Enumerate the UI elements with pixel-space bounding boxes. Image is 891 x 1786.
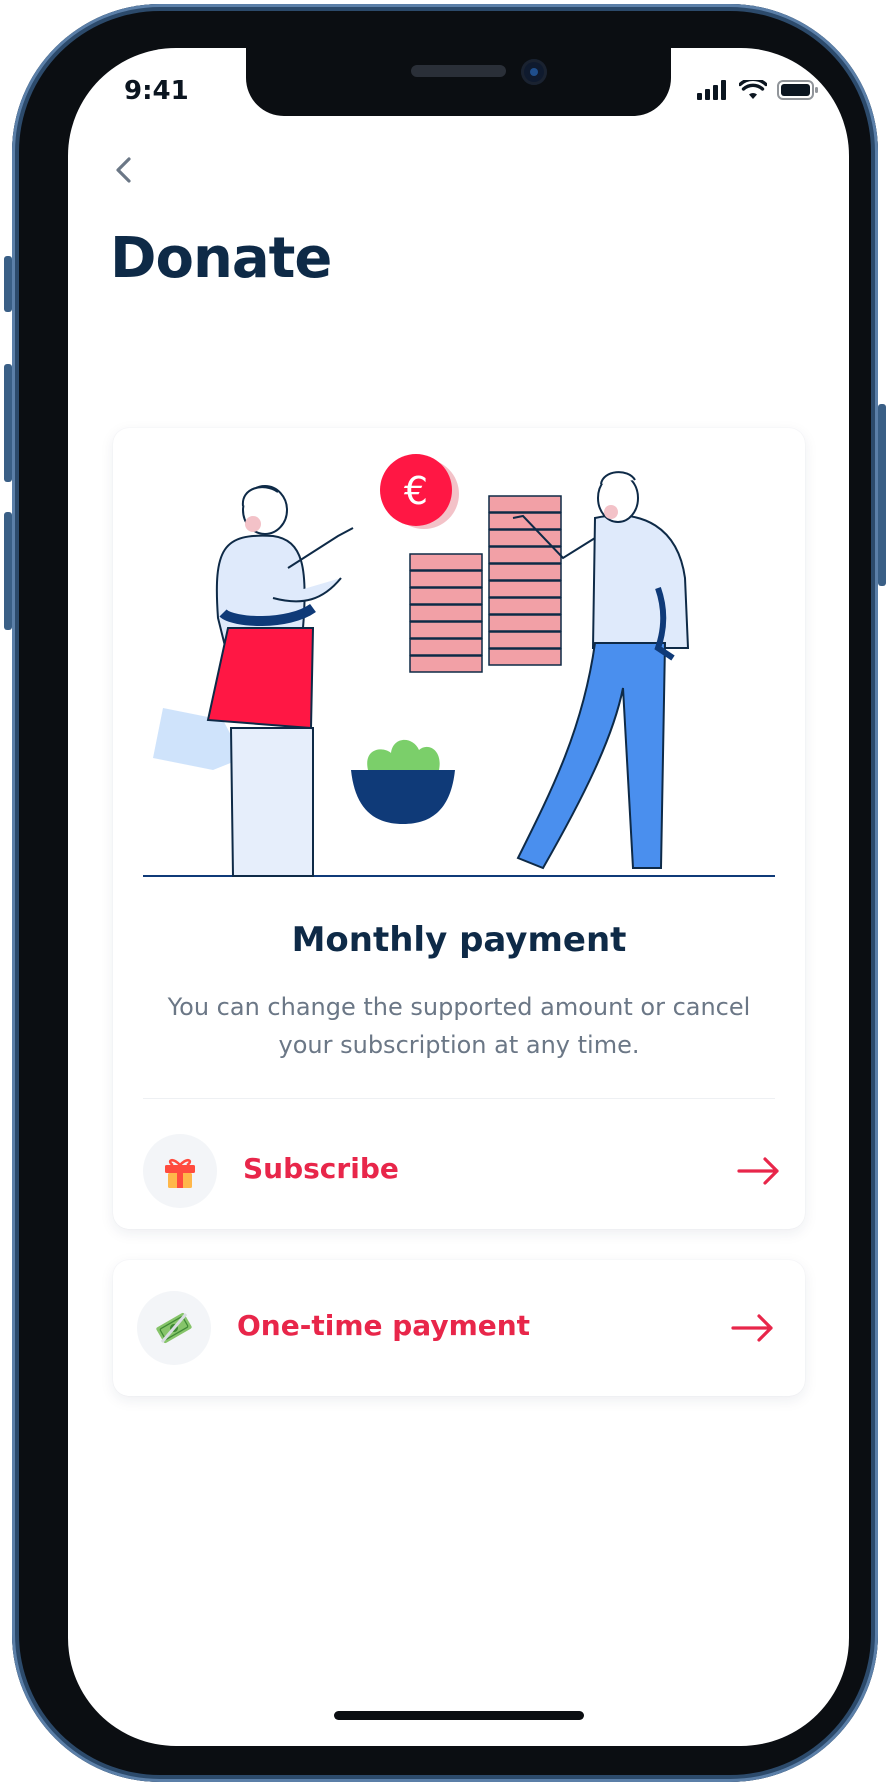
subscribe-label: Subscribe xyxy=(243,1152,399,1185)
status-time: 9:41 xyxy=(124,76,189,106)
subscribe-button[interactable]: Subscribe xyxy=(113,1116,805,1226)
page-title: Donate xyxy=(110,226,332,291)
volume-down-button xyxy=(4,512,12,630)
gift-icon xyxy=(143,1134,217,1208)
phone-frame: 9:41 Donate € Monthly payment You can ch… xyxy=(4,4,886,1782)
notch xyxy=(246,48,671,116)
monthly-payment-card: € Monthly payment You can change the sup… xyxy=(113,428,805,1229)
screen: 9:41 Donate € Monthly payment You can ch… xyxy=(68,48,849,1746)
power-button xyxy=(878,404,886,586)
status-icons xyxy=(697,80,819,100)
arrow-right-icon xyxy=(731,1314,773,1342)
donation-illustration: € xyxy=(143,454,775,877)
silent-switch xyxy=(4,256,12,312)
one-time-payment-card[interactable]: One-time payment xyxy=(113,1260,805,1396)
card-divider xyxy=(143,1098,775,1099)
euro-badge: € xyxy=(404,469,428,513)
wifi-icon xyxy=(739,80,767,99)
front-camera xyxy=(521,59,547,85)
one-time-payment-label: One-time payment xyxy=(237,1309,531,1342)
signal-icon xyxy=(697,80,726,100)
card-description: You can change the supported amount or c… xyxy=(167,993,751,1059)
coin-stack-right xyxy=(488,495,562,666)
volume-up-button xyxy=(4,364,12,482)
woman-figure xyxy=(153,485,354,877)
speaker-grille xyxy=(411,65,506,77)
plant-pot xyxy=(351,739,455,824)
one-time-payment-button[interactable]: One-time payment xyxy=(113,1273,805,1383)
battery-icon xyxy=(777,80,818,100)
arrow-right-icon xyxy=(737,1157,779,1185)
home-indicator[interactable] xyxy=(334,1711,584,1720)
money-icon xyxy=(137,1291,211,1365)
coin-stack-left xyxy=(409,553,483,673)
card-title: Monthly payment xyxy=(291,920,627,960)
chevron-left-icon[interactable] xyxy=(108,153,142,187)
